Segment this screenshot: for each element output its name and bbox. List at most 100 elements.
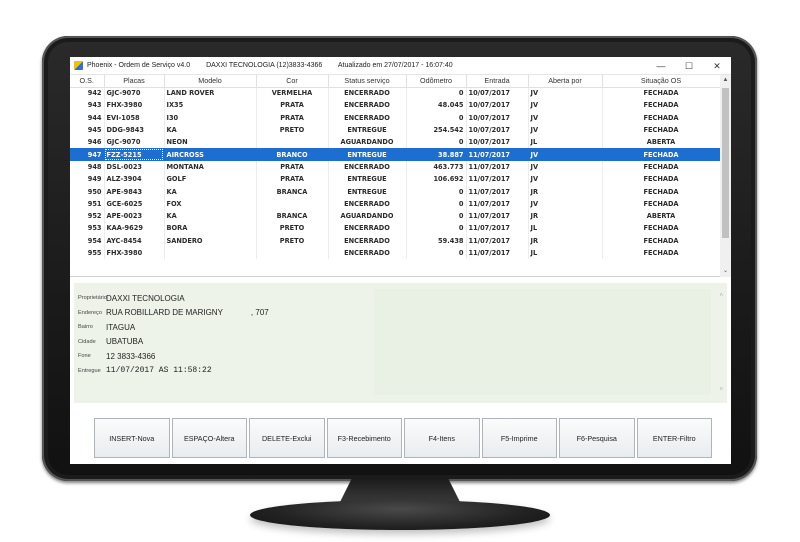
button-insert-nova[interactable]: INSERT-Nova xyxy=(94,418,170,458)
cell-status-servico: ENTREGUE xyxy=(328,148,407,161)
cell-os: 954 xyxy=(70,234,105,247)
cell-odometro: 463.773 xyxy=(406,160,467,174)
cell-aberta-por: JV xyxy=(528,148,603,161)
cell-status-servico: ENCERRADO xyxy=(328,246,407,260)
cell-entrada: 11/07/2017 xyxy=(466,234,529,247)
column-header-status-servico[interactable]: Status serviço xyxy=(328,75,407,88)
button-f5-imprime[interactable]: F5-Imprime xyxy=(481,418,557,458)
cell-situacao-os: FECHADA xyxy=(602,185,721,198)
cell-placas: APE-9843 xyxy=(104,185,165,198)
column-header-aberta-por[interactable]: Aberta por xyxy=(528,75,603,88)
cell-aberta-por: JL xyxy=(528,222,603,235)
button-enter-filtro[interactable]: ENTER-Filtro xyxy=(636,418,712,458)
button-espa-o-altera[interactable]: ESPAÇO-Altera xyxy=(171,418,247,458)
scroll-thumb[interactable] xyxy=(722,88,729,238)
scroll-down-icon[interactable]: ⌄ xyxy=(720,266,731,277)
cell-modelo xyxy=(164,246,257,260)
minimize-icon[interactable]: — xyxy=(647,57,675,75)
table-row[interactable]: 947 FZZ-5215 AIRCROSS BRANCO ENTREGUE 38.887 1… xyxy=(70,148,721,161)
table-row[interactable]: 952 APE-0023 KA BRANCA AGUARDANDO 0 11/07/2017… xyxy=(70,209,721,223)
cell-modelo: SANDERO xyxy=(164,234,257,247)
table-row[interactable]: 948 DSL-0023 MONTANA PRATA ENCERRADO 463.773 1… xyxy=(70,160,721,174)
cell-situacao-os: FECHADA xyxy=(602,173,721,186)
cell-modelo: AIRCROSS xyxy=(164,148,257,161)
cell-odometro: 0 xyxy=(406,246,467,260)
cell-cor: PRATA xyxy=(256,160,329,174)
cell-status-servico: ENCERRADO xyxy=(328,111,407,124)
cell-cor xyxy=(256,197,329,210)
cell-modelo: KA xyxy=(164,123,257,137)
button-f4-itens[interactable]: F4-Itens xyxy=(404,418,480,458)
os-table: O.S. Placas Modelo Cor Status serviço Odômetr… xyxy=(70,75,721,260)
cell-cor xyxy=(256,136,329,149)
detail-scroll-down-icon[interactable]: ˅ xyxy=(719,387,723,393)
cell-entrada: 10/07/2017 xyxy=(466,99,529,112)
cell-entrada: 11/07/2017 xyxy=(466,209,529,223)
column-header-cor[interactable]: Cor xyxy=(256,75,329,88)
entregue-label: Entregue xyxy=(78,367,101,374)
proprietario-value: DAXXI TECNOLOGIA xyxy=(106,293,185,303)
cell-situacao-os: FECHADA xyxy=(602,222,721,235)
cell-placas: GJC-9070 xyxy=(104,87,165,100)
table-row[interactable]: 945 DDG-9843 KA PRETO ENTREGUE 254.542 10/07/2… xyxy=(70,123,721,137)
cell-odometro: 48.045 xyxy=(406,99,467,112)
table-row[interactable]: 949 ALZ-3904 GOLF PRATA ENTREGUE 106.692 11/07… xyxy=(70,173,721,186)
table-row[interactable]: 953 KAA-9629 BORA PRETO ENCERRADO 0 11/07/2017… xyxy=(70,222,721,235)
cell-odometro: 0 xyxy=(406,222,467,235)
button-delete-exclui[interactable]: DELETE-Exclui xyxy=(249,418,325,458)
cell-placas: APE-0023 xyxy=(104,209,165,223)
table-row[interactable]: 942 GJC-9070 LAND ROVER VERMELHA ENCERRADO 0 1… xyxy=(70,87,721,100)
cell-cor: PRETO xyxy=(256,222,329,235)
close-icon[interactable]: ✕ xyxy=(703,57,731,75)
cell-situacao-os: FECHADA xyxy=(602,87,721,100)
cell-os: 950 xyxy=(70,185,105,198)
cell-placas: FHX-3980 xyxy=(104,246,165,260)
cell-entrada: 11/07/2017 xyxy=(466,173,529,186)
cell-status-servico: ENCERRADO xyxy=(328,222,407,235)
table-row[interactable]: 950 APE-9843 KA BRANCA ENTREGUE 0 11/07/2017 JR… xyxy=(70,185,721,198)
phoenix-app-icon xyxy=(74,61,83,70)
stage: Phoenix - Ordem de Serviço v4.0 DAXXI TE… xyxy=(0,0,800,542)
table-row[interactable]: 955 FHX-3980 ENCERRADO 0 11/07/2017 JL FECHADA xyxy=(70,246,721,260)
cell-modelo: KA xyxy=(164,209,257,223)
column-header-situacao-os[interactable]: Situação OS xyxy=(602,75,721,88)
cell-placas: DDG-9843 xyxy=(104,123,165,137)
button-f3-recebimento[interactable]: F3-Recebimento xyxy=(326,418,402,458)
grid-scrollbar[interactable]: ▲ ⌄ xyxy=(720,75,731,277)
column-header-odometro[interactable]: Odômetro xyxy=(406,75,467,88)
cell-aberta-por: JR xyxy=(528,209,603,223)
cell-os: 945 xyxy=(70,123,105,137)
detail-scroll-up-icon[interactable]: ˄ xyxy=(719,293,723,299)
cell-cor: PRATA xyxy=(256,173,329,186)
title-bar: Phoenix - Ordem de Serviço v4.0 DAXXI TE… xyxy=(70,57,731,75)
company-info: DAXXI TECNOLOGIA (12)3833-4366 xyxy=(206,62,323,69)
cell-aberta-por: JR xyxy=(528,185,603,198)
cell-odometro: 0 xyxy=(406,209,467,223)
entregue-value: 11/07/2017 AS 11:58:22 xyxy=(106,366,212,376)
button-f6-pesquisa[interactable]: F6-Pesquisa xyxy=(559,418,635,458)
scroll-up-icon[interactable]: ▲ xyxy=(720,75,731,86)
bairro-value: ITAGUA xyxy=(106,322,136,332)
cell-status-servico: ENCERRADO xyxy=(328,197,407,210)
cell-modelo: LAND ROVER xyxy=(164,87,257,100)
cell-entrada: 11/07/2017 xyxy=(466,197,529,210)
cidade-label: Cidade xyxy=(78,338,96,345)
table-row[interactable]: 951 GCE-6025 FOX ENCERRADO 0 11/07/2017 JV FECH… xyxy=(70,197,721,210)
cell-entrada: 10/07/2017 xyxy=(466,136,529,149)
column-header-modelo[interactable]: Modelo xyxy=(164,75,257,88)
column-header-placas[interactable]: Placas xyxy=(104,75,165,88)
table-row[interactable]: 943 FHX-3980 IX35 PRATA ENCERRADO 48.045 10/07… xyxy=(70,99,721,112)
cell-os: 949 xyxy=(70,173,105,186)
column-header-entrada[interactable]: Entrada xyxy=(466,75,529,88)
table-row[interactable]: 954 AYC-8454 SANDERO PRETO ENCERRADO 59.438 11… xyxy=(70,234,721,247)
cell-modelo: KA xyxy=(164,185,257,198)
cell-situacao-os: FECHADA xyxy=(602,246,721,260)
table-row[interactable]: 944 EVI-1058 I30 PRATA ENCERRADO 0 10/07/2017 J… xyxy=(70,111,721,124)
cell-odometro: 254.542 xyxy=(406,123,467,137)
maximize-icon[interactable]: ☐ xyxy=(675,57,703,75)
cell-situacao-os: FECHADA xyxy=(602,197,721,210)
cell-situacao-os: ABERTA xyxy=(602,136,721,149)
table-row[interactable]: 946 GJC-9070 NEON AGUARDANDO 0 10/07/2017 JL AB… xyxy=(70,136,721,149)
column-header-os[interactable]: O.S. xyxy=(70,75,105,88)
cell-aberta-por: JV xyxy=(528,111,603,124)
